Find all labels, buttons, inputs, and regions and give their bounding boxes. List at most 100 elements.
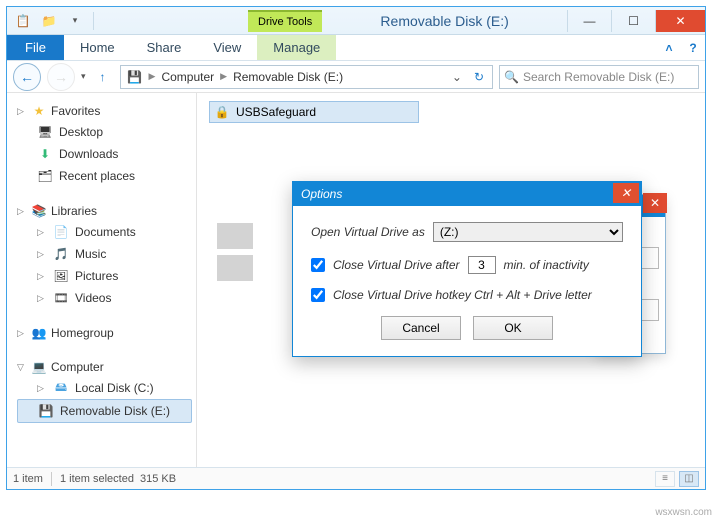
sidebar-item-removable-disk[interactable]: Removable Disk (E:) xyxy=(17,399,192,423)
list-item[interactable]: USBSafeguard xyxy=(209,101,419,123)
close-icon[interactable]: ✕ xyxy=(643,193,667,213)
address-bar[interactable]: ▶ Computer ▶ Removable Disk (E:) ⌄ ↻ xyxy=(120,65,493,89)
thumbnail-placeholder xyxy=(217,255,253,281)
sidebar-item-label: Videos xyxy=(75,291,111,305)
sidebar-item-documents[interactable]: ▷Documents xyxy=(17,221,192,243)
breadcrumb[interactable]: Computer xyxy=(157,70,218,84)
sidebar-item-label: Desktop xyxy=(59,125,103,139)
open-drive-label: Open Virtual Drive as xyxy=(311,225,425,239)
properties-icon[interactable]: 📋 xyxy=(13,11,33,31)
nav-homegroup-header[interactable]: ▷Homegroup xyxy=(17,323,192,343)
navigation-pane: ▷Favorites Desktop Downloads Recent plac… xyxy=(7,93,197,467)
usb-icon xyxy=(38,403,54,419)
status-size: 315 KB xyxy=(140,473,176,485)
minutes-input[interactable] xyxy=(468,256,496,274)
nav-group-label: Homegroup xyxy=(51,326,114,340)
back-button[interactable]: ← xyxy=(13,63,41,91)
file-tab[interactable]: File xyxy=(7,35,64,60)
sidebar-item-label: Removable Disk (E:) xyxy=(60,404,170,418)
close-after-checkbox[interactable] xyxy=(311,258,325,272)
hotkey-label: Close Virtual Drive hotkey Ctrl + Alt + … xyxy=(333,288,592,302)
qat-dropdown-icon[interactable]: ▾ xyxy=(65,11,85,31)
sidebar-item-downloads[interactable]: Downloads xyxy=(17,143,192,165)
sidebar-item-desktop[interactable]: Desktop xyxy=(17,121,192,143)
computer-icon xyxy=(31,359,47,375)
sidebar-item-music[interactable]: ▷Music xyxy=(17,243,192,265)
sidebar-item-local-disk[interactable]: ▷Local Disk (C:) xyxy=(17,377,192,399)
sidebar-item-pictures[interactable]: ▷Pictures xyxy=(17,265,192,287)
tab-home[interactable]: Home xyxy=(64,35,131,60)
drive-letter-select[interactable]: (Z:) xyxy=(433,222,623,242)
nav-computer-header[interactable]: ▽Computer xyxy=(17,357,192,377)
pictures-icon xyxy=(53,268,69,284)
ribbon-collapse-icon[interactable]: ˄ xyxy=(657,35,681,60)
nav-homegroup: ▷Homegroup xyxy=(17,323,192,343)
sidebar-item-label: Pictures xyxy=(75,269,118,283)
close-after-suffix: min. of inactivity xyxy=(504,258,589,272)
refresh-button[interactable]: ↻ xyxy=(468,70,490,84)
nav-favorites: ▷Favorites Desktop Downloads Recent plac… xyxy=(17,101,192,187)
maximize-button[interactable]: ☐ xyxy=(611,10,655,32)
videos-icon xyxy=(53,290,69,306)
breadcrumb[interactable]: Removable Disk (E:) xyxy=(229,70,347,84)
ribbon: File Home Share View Manage ˄ ? xyxy=(7,35,705,61)
nav-favorites-header[interactable]: ▷Favorites xyxy=(17,101,192,121)
close-after-label: Close Virtual Drive after xyxy=(333,258,460,272)
music-icon xyxy=(53,246,69,262)
address-dropdown-icon[interactable]: ⌄ xyxy=(448,70,466,84)
nav-libraries-header[interactable]: ▷Libraries xyxy=(17,201,192,221)
contextual-tab-label: Drive Tools xyxy=(248,10,322,32)
ok-button[interactable]: OK xyxy=(473,316,553,340)
hotkey-checkbox[interactable] xyxy=(311,288,325,302)
hdd-icon xyxy=(53,380,69,396)
view-icons-button[interactable]: ◫ xyxy=(679,471,699,487)
cancel-button[interactable]: Cancel xyxy=(381,316,461,340)
libraries-icon xyxy=(31,203,47,219)
nav-group-label: Libraries xyxy=(51,204,97,218)
search-placeholder: Search Removable Disk (E:) xyxy=(523,70,674,84)
nav-computer: ▽Computer ▷Local Disk (C:) Removable Dis… xyxy=(17,357,192,423)
status-bar: 1 item 1 item selected 315 KB ≡ ◫ xyxy=(7,467,705,489)
search-icon: 🔍 xyxy=(504,70,519,84)
tab-share[interactable]: Share xyxy=(131,35,198,60)
nav-libraries: ▷Libraries ▷Documents ▷Music ▷Pictures ▷… xyxy=(17,201,192,309)
window-title: Removable Disk (E:) xyxy=(322,13,567,29)
nav-group-label: Computer xyxy=(51,360,104,374)
app-icon xyxy=(214,104,230,120)
close-button[interactable]: ✕ xyxy=(655,10,705,32)
status-selection: 1 item selected xyxy=(60,473,134,485)
desktop-icon xyxy=(37,124,53,140)
up-button[interactable]: ↑ xyxy=(92,66,114,88)
view-details-button[interactable]: ≡ xyxy=(655,471,675,487)
thumbnail-placeholder xyxy=(217,223,253,249)
tab-view[interactable]: View xyxy=(197,35,257,60)
star-icon xyxy=(31,103,47,119)
drive-icon xyxy=(127,69,143,85)
sidebar-item-label: Documents xyxy=(75,225,136,239)
options-dialog: Options ✕ Open Virtual Drive as (Z:) Clo… xyxy=(292,181,642,357)
search-input[interactable]: 🔍 Search Removable Disk (E:) xyxy=(499,65,699,89)
watermark: wsxwsn.com xyxy=(655,507,712,518)
documents-icon xyxy=(53,224,69,240)
sidebar-item-videos[interactable]: ▷Videos xyxy=(17,287,192,309)
status-count: 1 item xyxy=(13,473,43,485)
tab-manage[interactable]: Manage xyxy=(257,35,336,60)
dialog-title-bar[interactable]: Options ✕ xyxy=(293,182,641,206)
dialog-close-button[interactable]: ✕ xyxy=(613,183,639,203)
downloads-icon xyxy=(37,146,53,162)
quick-access-toolbar: 📋 ▾ xyxy=(7,11,96,31)
forward-button[interactable]: → xyxy=(47,63,75,91)
file-name: USBSafeguard xyxy=(236,105,316,119)
sidebar-item-recent[interactable]: Recent places xyxy=(17,165,192,187)
sidebar-item-label: Recent places xyxy=(59,169,135,183)
breadcrumb-separator: ▶ xyxy=(220,71,227,82)
recent-icon xyxy=(37,168,53,184)
breadcrumb-separator: ▶ xyxy=(149,71,156,82)
minimize-button[interactable]: — xyxy=(567,10,611,32)
open-folder-icon[interactable] xyxy=(39,11,59,31)
help-icon[interactable]: ? xyxy=(681,35,705,60)
sidebar-item-label: Downloads xyxy=(59,147,118,161)
dialog-title: Options xyxy=(301,187,342,201)
history-dropdown-icon[interactable]: ▾ xyxy=(81,71,86,82)
navigation-bar: ← → ▾ ↑ ▶ Computer ▶ Removable Disk (E:)… xyxy=(7,61,705,93)
